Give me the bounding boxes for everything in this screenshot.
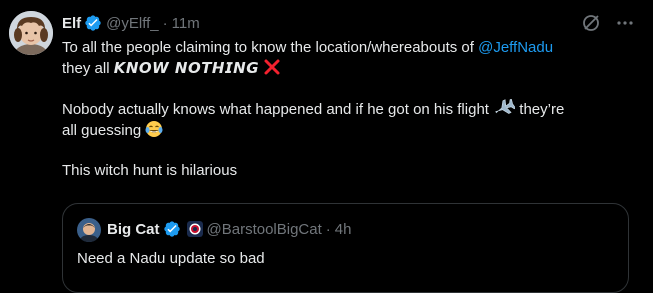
- quote-author-name[interactable]: Big Cat: [107, 221, 160, 238]
- mention-link[interactable]: @JeffNadu: [478, 39, 553, 56]
- tweet-paragraph-3: This witch hunt is hilarious: [62, 162, 238, 179]
- quote-author-handle[interactable]: @BarstoolBigCat: [207, 221, 322, 238]
- quote-header: Big Cat @BarstoolBigCat · 4h: [107, 220, 351, 238]
- verified-badge-icon: [84, 14, 102, 32]
- author-handle[interactable]: @yElff_: [106, 15, 158, 32]
- quoted-tweet[interactable]: Big Cat @BarstoolBigCat · 4h Need a Nadu…: [62, 203, 629, 293]
- separator-dot: ·: [162, 14, 168, 32]
- airplane-icon: [493, 98, 517, 117]
- emphasis-text: 𝙆𝙉𝙊𝙒 𝙉𝙊𝙏𝙃𝙄𝙉𝙂: [113, 59, 260, 77]
- more-icon[interactable]: [615, 13, 635, 33]
- tweet-text-segment: they’re: [519, 101, 565, 118]
- tweet-text-segment: Nobody actually knows what happened and …: [62, 101, 489, 118]
- separator-dot: ·: [325, 220, 331, 238]
- tweet-paragraph-2: Nobody actually knows what happened and …: [62, 98, 637, 141]
- cross-mark-icon: [263, 58, 281, 76]
- author-avatar[interactable]: [9, 11, 53, 55]
- tweet-actions: [581, 13, 635, 33]
- tweet-text-segment: they all: [62, 60, 114, 77]
- timestamp[interactable]: 11m: [172, 15, 200, 32]
- verified-badge-icon: [163, 220, 181, 238]
- tweet-header: Elf @yElff_ · 11m: [62, 13, 200, 33]
- tweet-paragraph-1: To all the people claiming to know the l…: [62, 38, 637, 79]
- quote-author-avatar[interactable]: [77, 218, 101, 242]
- author-name[interactable]: Elf: [62, 15, 81, 32]
- quote-timestamp[interactable]: 4h: [335, 221, 352, 238]
- tweet-text-segment: To all the people claiming to know the l…: [62, 39, 479, 56]
- affiliate-badge-icon: [186, 221, 203, 237]
- tweet-text: To all the people claiming to know the l…: [62, 38, 637, 181]
- grok-icon[interactable]: [581, 13, 601, 33]
- tweet-text-segment: all guessing: [62, 122, 142, 139]
- quote-text: Need a Nadu update so bad: [77, 250, 265, 267]
- tweet[interactable]: Elf @yElff_ · 11m To all the people clai…: [0, 0, 653, 293]
- tears-of-joy-icon: [145, 120, 163, 138]
